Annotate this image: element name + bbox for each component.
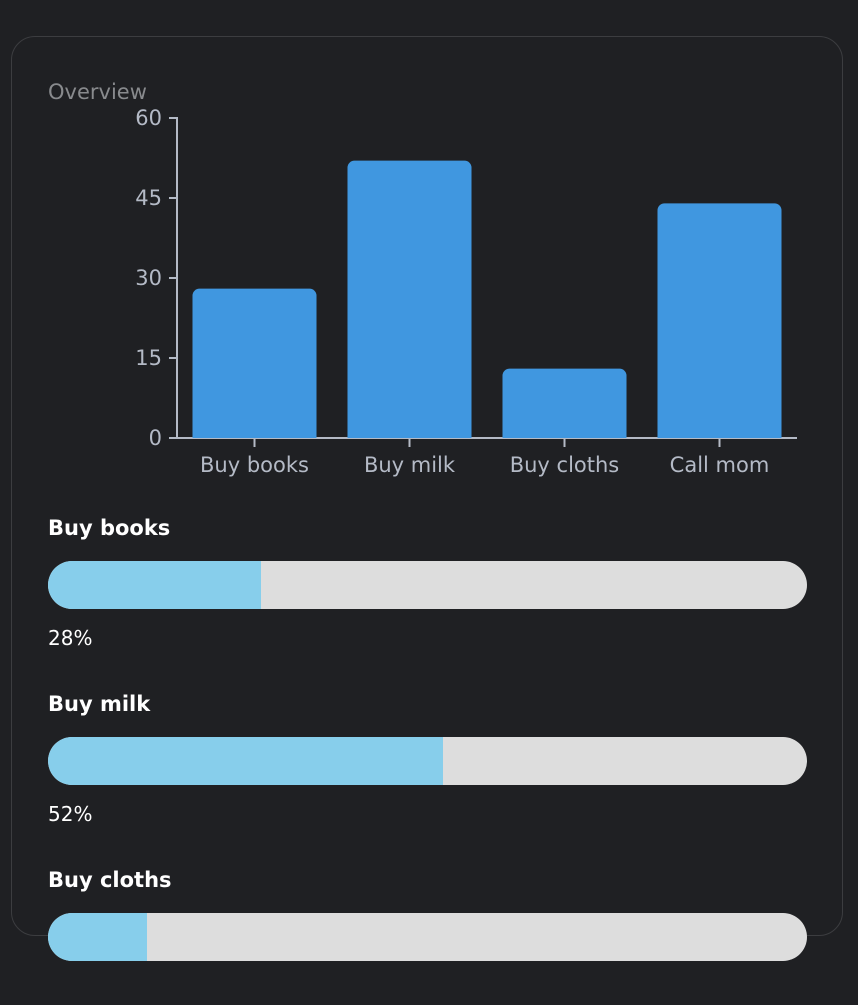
- bar-base: [502, 430, 627, 438]
- y-tick-label: 45: [135, 186, 162, 210]
- progress-item-buy-books: Buy books 28%: [48, 513, 808, 653]
- bar-chart: 0 15 30 45 60 Buy books Buy milk Buy cloths Cal…: [135, 106, 797, 477]
- progress-track: [48, 913, 807, 961]
- y-tick-label: 15: [135, 346, 162, 370]
- x-tick-label: Buy cloths: [510, 453, 620, 477]
- bar: [192, 288, 317, 438]
- progress-track: [48, 737, 807, 785]
- progress-percent: 28%: [48, 626, 93, 650]
- x-tick-label: Buy books: [200, 453, 309, 477]
- bar-base: [657, 430, 782, 438]
- progress-title: Buy cloths: [48, 868, 172, 892]
- progress-item-buy-milk: Buy milk 52%: [48, 689, 808, 829]
- progress-title: Buy books: [48, 516, 171, 540]
- bar: [657, 203, 782, 438]
- progress-fill: [48, 737, 443, 785]
- progress-track: [48, 561, 807, 609]
- bar-base: [347, 430, 472, 438]
- y-tick-label: 0: [149, 426, 162, 450]
- y-tick-label: 60: [135, 106, 162, 130]
- progress-percent: [48, 975, 808, 1005]
- x-tick-label: Buy milk: [364, 453, 456, 477]
- progress-item-buy-cloths: Buy cloths: [48, 865, 808, 1005]
- y-tick-label: 30: [135, 266, 162, 290]
- bar: [502, 368, 627, 438]
- y-axis: 0 15 30 45 60: [135, 106, 178, 450]
- progress-fill: [48, 561, 261, 609]
- x-tick-label: Call mom: [670, 453, 770, 477]
- bar: [347, 160, 472, 438]
- bars: [192, 160, 782, 438]
- bar-base: [192, 430, 317, 438]
- progress-fill: [48, 913, 147, 961]
- x-axis: Buy books Buy milk Buy cloths Call mom: [177, 437, 797, 477]
- progress-title: Buy milk: [48, 692, 151, 716]
- progress-percent: 52%: [48, 802, 93, 826]
